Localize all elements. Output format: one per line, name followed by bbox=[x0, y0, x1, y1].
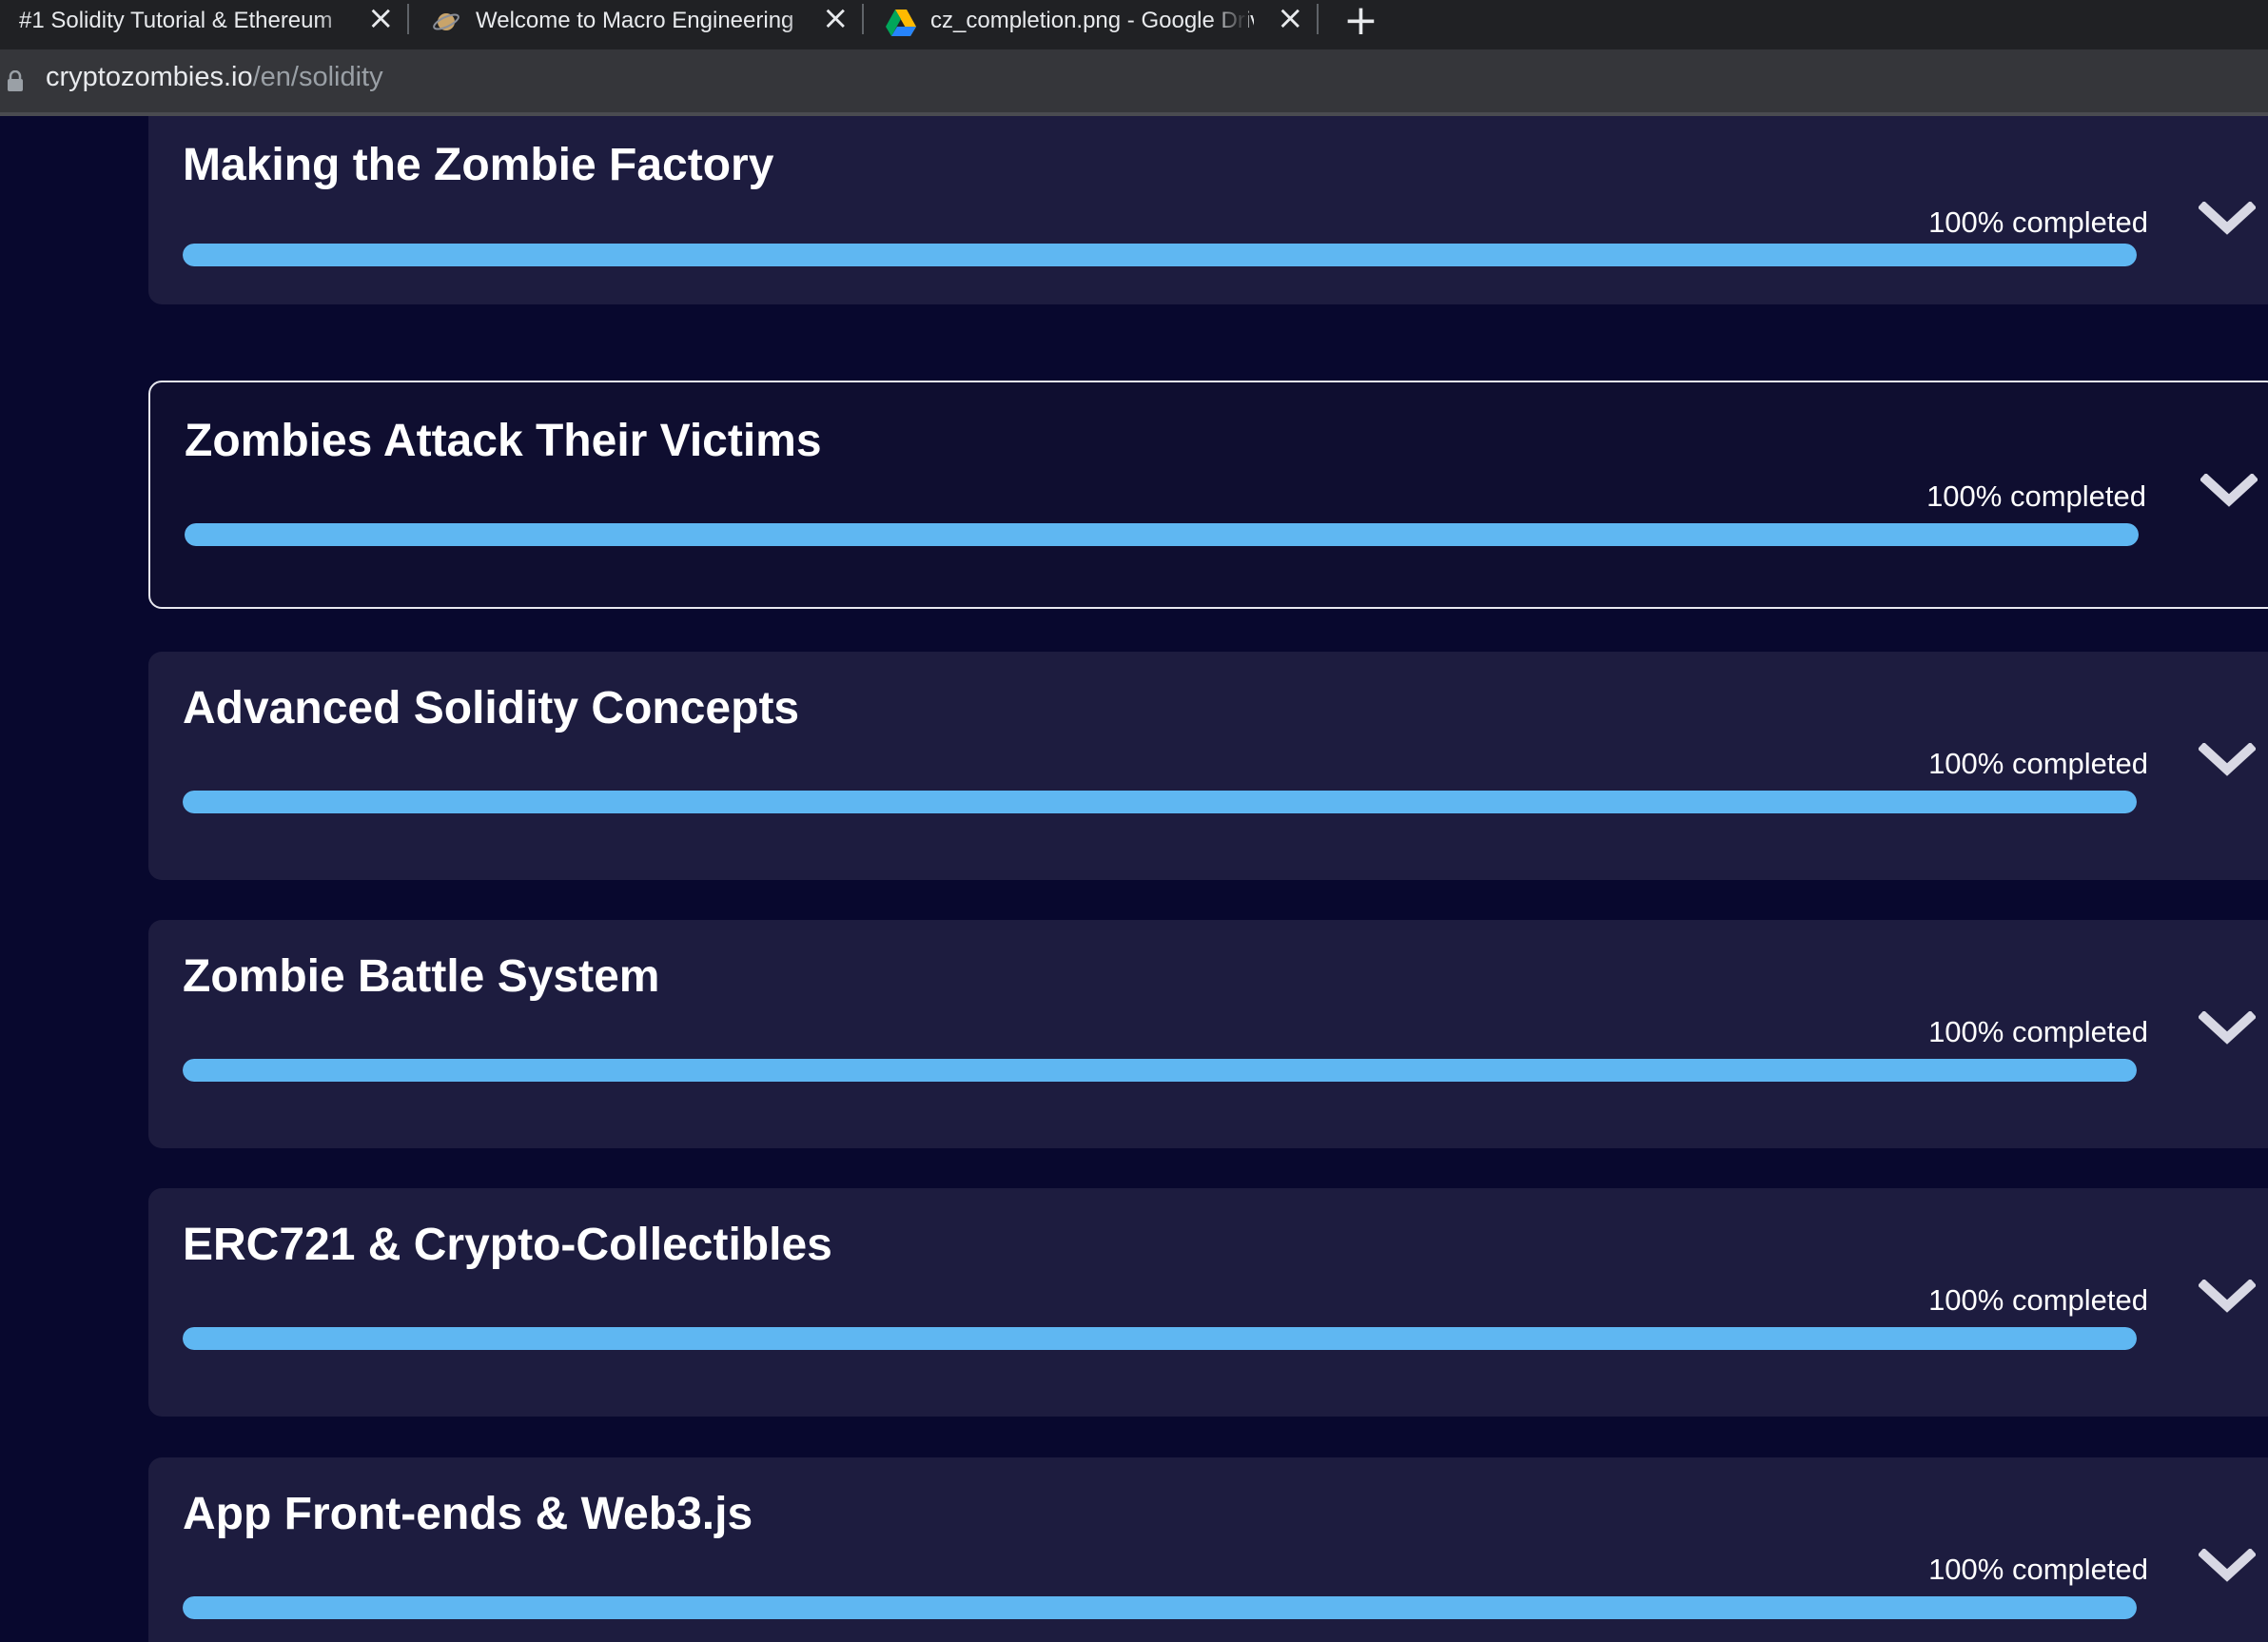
progress-bar bbox=[183, 244, 2137, 266]
url-text[interactable]: cryptozombies.io/en/solidity bbox=[46, 62, 383, 93]
progress-bar bbox=[183, 1327, 2137, 1350]
tab-title: cz_completion.png - Google Drive bbox=[930, 8, 1254, 33]
close-tab-icon[interactable]: × bbox=[367, 0, 395, 37]
tab-fade bbox=[318, 0, 356, 42]
progress-label: 100% completed bbox=[1928, 1015, 2148, 1048]
lesson-list: Making the Zombie Factory 100% completed… bbox=[0, 116, 2268, 1642]
lesson-card[interactable]: ERC721 & Crypto-Collectibles 100% comple… bbox=[148, 1188, 2268, 1417]
close-tab-icon[interactable]: × bbox=[822, 0, 850, 37]
url-path: /en/solidity bbox=[252, 62, 383, 92]
tab-macro-engineering[interactable]: Welcome to Macro Engineering bbox=[422, 0, 822, 42]
progress-label: 100% completed bbox=[1928, 747, 2148, 780]
progress-bar bbox=[183, 1596, 2137, 1619]
lesson-title: Making the Zombie Factory bbox=[183, 140, 774, 190]
tab-separator bbox=[862, 4, 864, 34]
tab-fade bbox=[1210, 0, 1248, 42]
progress-fill bbox=[183, 244, 2137, 266]
chevron-down-icon[interactable] bbox=[2199, 1280, 2256, 1314]
lesson-card[interactable]: Making the Zombie Factory 100% completed bbox=[148, 116, 2268, 304]
tab-solidity-tutorial[interactable]: #1 Solidity Tutorial & Ethereum bbox=[0, 0, 398, 42]
chevron-down-icon[interactable] bbox=[2199, 1011, 2256, 1046]
tab-title: #1 Solidity Tutorial & Ethereum bbox=[19, 8, 333, 33]
google-drive-icon bbox=[886, 10, 916, 36]
lesson-title: Advanced Solidity Concepts bbox=[183, 683, 800, 733]
lesson-title: ERC721 & Crypto-Collectibles bbox=[183, 1220, 832, 1270]
progress-bar bbox=[183, 791, 2137, 813]
tab-bar: #1 Solidity Tutorial & Ethereum × Welcom… bbox=[0, 0, 2268, 48]
lock-icon bbox=[8, 70, 23, 91]
close-tab-icon[interactable]: × bbox=[1277, 0, 1304, 37]
lesson-card[interactable]: App Front-ends & Web3.js 100% completed bbox=[148, 1457, 2268, 1642]
tab-google-drive[interactable]: cz_completion.png - Google Drive bbox=[877, 0, 1267, 42]
progress-label: 100% completed bbox=[1928, 1553, 2148, 1586]
new-tab-button[interactable]: + bbox=[1343, 0, 1378, 45]
tab-separator bbox=[407, 4, 409, 34]
progress-label: 100% completed bbox=[1928, 1283, 2148, 1317]
chevron-down-icon[interactable] bbox=[2199, 743, 2256, 777]
tab-separator bbox=[1317, 4, 1319, 34]
lesson-card[interactable]: Zombies Attack Their Victims 100% comple… bbox=[148, 381, 2268, 609]
url-host: cryptozombies.io bbox=[46, 62, 253, 92]
progress-fill bbox=[183, 791, 2137, 813]
progress-fill bbox=[183, 1596, 2137, 1619]
planet-favicon-icon bbox=[433, 13, 459, 30]
tab-fade bbox=[784, 0, 822, 42]
progress-bar bbox=[185, 523, 2139, 546]
chevron-down-icon[interactable] bbox=[2199, 202, 2256, 236]
progress-bar bbox=[183, 1059, 2137, 1082]
chevron-down-icon[interactable] bbox=[2199, 1549, 2256, 1583]
progress-fill bbox=[183, 1327, 2137, 1350]
chevron-down-icon[interactable] bbox=[2200, 474, 2258, 508]
lesson-title: Zombie Battle System bbox=[183, 951, 660, 1002]
tab-title: Welcome to Macro Engineering bbox=[476, 8, 794, 33]
progress-fill bbox=[185, 523, 2139, 546]
progress-label: 100% completed bbox=[1928, 205, 2148, 239]
lesson-title: App Front-ends & Web3.js bbox=[183, 1489, 753, 1539]
browser-chrome: #1 Solidity Tutorial & Ethereum × Welcom… bbox=[0, 0, 2268, 116]
lesson-card[interactable]: Advanced Solidity Concepts 100% complete… bbox=[148, 652, 2268, 880]
progress-label: 100% completed bbox=[1926, 479, 2146, 513]
address-bar[interactable]: cryptozombies.io/en/solidity bbox=[0, 49, 2268, 112]
lesson-card[interactable]: Zombie Battle System 100% completed bbox=[148, 920, 2268, 1148]
lesson-title: Zombies Attack Their Victims bbox=[185, 416, 822, 466]
progress-fill bbox=[183, 1059, 2137, 1082]
